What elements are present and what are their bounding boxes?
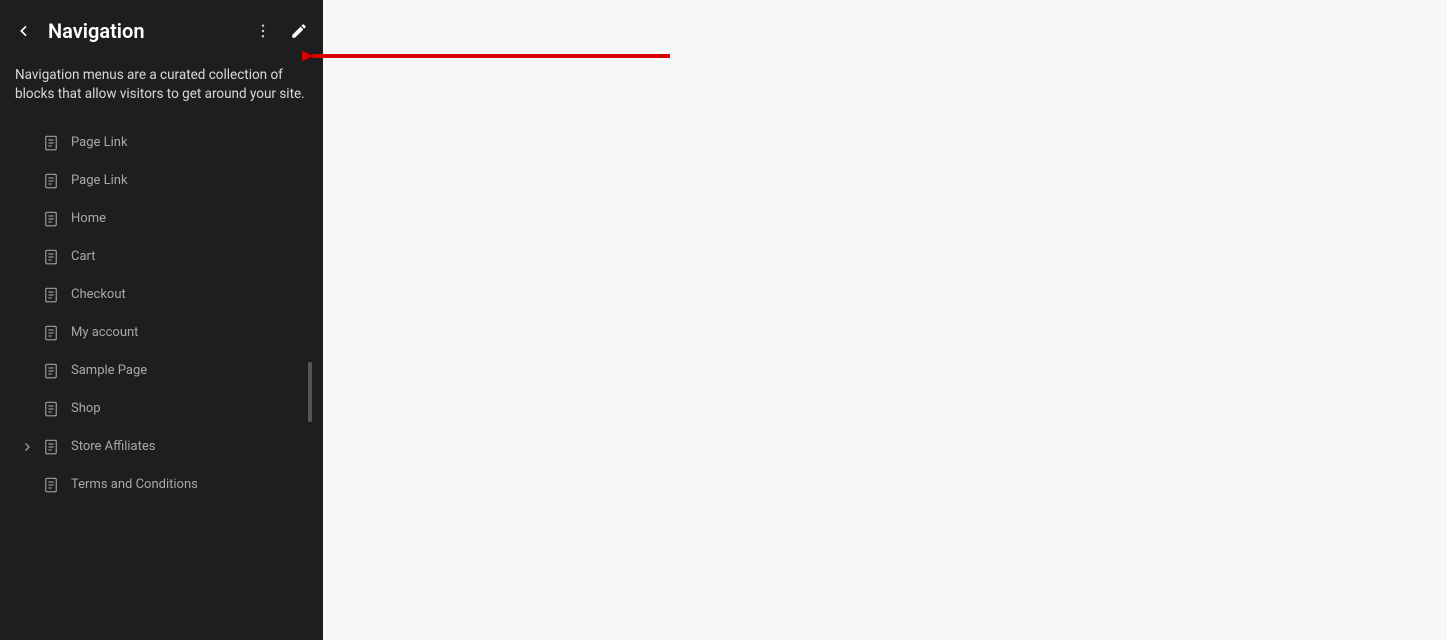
main-canvas	[323, 0, 1447, 640]
nav-item[interactable]: Shop	[0, 390, 323, 428]
pencil-icon	[290, 22, 308, 40]
scrollbar-thumb[interactable]	[308, 362, 312, 422]
nav-item-label: Page Link	[71, 135, 128, 150]
sidebar: Navigation Navigation me	[0, 0, 323, 640]
nav-item-label: Page Link	[71, 173, 128, 188]
nav-item-label: Store Affiliates	[71, 439, 156, 454]
nav-list: Page Link Page Link Home Cart Checkout My acc…	[0, 124, 323, 504]
nav-item-label: Sample Page	[71, 363, 147, 378]
nav-item[interactable]: Page Link	[0, 162, 323, 200]
panel-title: Navigation	[48, 19, 247, 43]
page-icon	[41, 438, 61, 456]
nav-item[interactable]: Cart	[0, 238, 323, 276]
page-icon	[41, 286, 61, 304]
page-icon	[41, 172, 61, 190]
nav-item-label: Terms and Conditions	[71, 477, 198, 492]
nav-item[interactable]: Terms and Conditions	[0, 466, 323, 504]
expand-chevron-icon	[17, 441, 37, 453]
page-icon	[41, 210, 61, 228]
edit-button[interactable]	[283, 15, 315, 47]
page-icon	[41, 400, 61, 418]
more-vertical-icon	[254, 22, 272, 40]
nav-item-label: Home	[71, 211, 106, 226]
panel-description: Navigation menus are a curated collectio…	[0, 62, 323, 124]
nav-item[interactable]: My account	[0, 314, 323, 352]
back-button[interactable]	[8, 15, 40, 47]
nav-item[interactable]: Page Link	[0, 124, 323, 162]
header-actions	[247, 15, 315, 47]
nav-item-label: Checkout	[71, 287, 126, 302]
nav-item[interactable]: Home	[0, 200, 323, 238]
more-options-button[interactable]	[247, 15, 279, 47]
nav-item[interactable]: Store Affiliates	[0, 428, 323, 466]
chevron-left-icon	[16, 23, 32, 39]
nav-item[interactable]: Sample Page	[0, 352, 323, 390]
page-icon	[41, 324, 61, 342]
page-icon	[41, 134, 61, 152]
nav-item-label: My account	[71, 325, 138, 340]
page-icon	[41, 476, 61, 494]
nav-item[interactable]: Checkout	[0, 276, 323, 314]
nav-item-label: Cart	[71, 249, 96, 264]
nav-item-label: Shop	[71, 401, 101, 416]
sidebar-header: Navigation	[0, 0, 323, 62]
page-icon	[41, 248, 61, 266]
page-icon	[41, 362, 61, 380]
